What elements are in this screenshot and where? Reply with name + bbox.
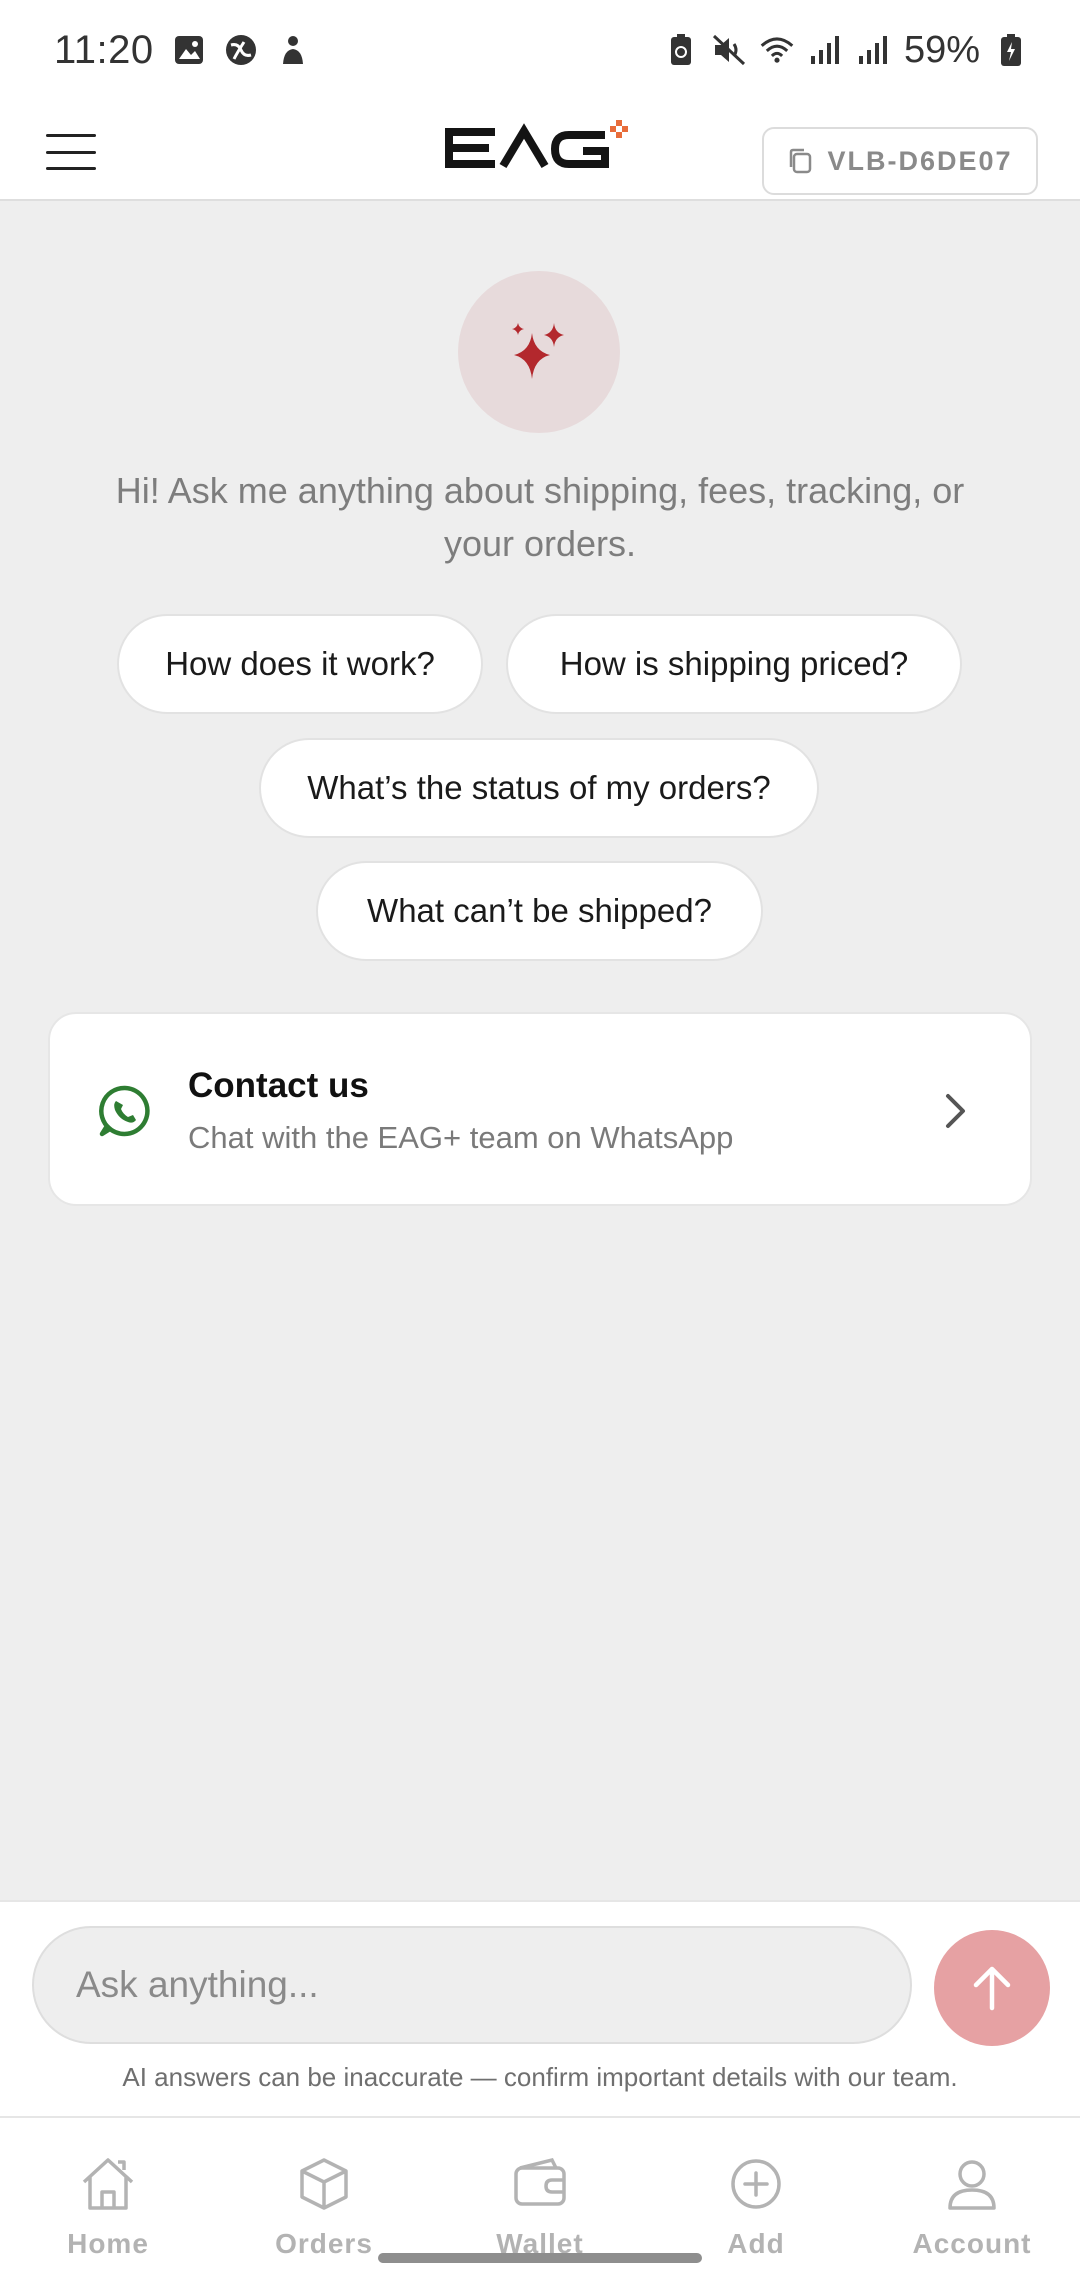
- whatsapp-icon: [99, 1085, 150, 1137]
- suggestion-chip[interactable]: What’s the status of my orders?: [259, 738, 819, 838]
- suggestion-chip[interactable]: How does it work?: [117, 614, 483, 714]
- battery-icon: [994, 33, 1028, 67]
- contact-card[interactable]: Contact us Chat with the EAG+ team on Wh…: [48, 1012, 1032, 1206]
- contact-subtitle: Chat with the EAG+ team on WhatsApp: [188, 1120, 734, 1155]
- image-icon: [172, 33, 206, 67]
- menu-line: [46, 167, 96, 170]
- signal-icon: [856, 33, 890, 67]
- code-chip-label: VLB-D6DE07: [827, 145, 1013, 176]
- status-left: 11:20: [54, 28, 310, 73]
- chat-input-area: AI answers can be inaccurate — confirm i…: [0, 1900, 1080, 2116]
- nav-account[interactable]: Account: [864, 2118, 1080, 2280]
- status-time: 11:20: [54, 27, 154, 72]
- nav-label: Orders: [275, 2228, 373, 2259]
- signal-icon: [808, 33, 842, 67]
- menu-line: [46, 134, 96, 137]
- nav-home[interactable]: Home: [0, 2118, 216, 2280]
- ask-input[interactable]: [32, 1926, 912, 2044]
- status-bar: 11:20 59%: [0, 0, 1080, 100]
- arrow-up-icon: [973, 1966, 1011, 2011]
- battery-percent: 59%: [903, 28, 980, 71]
- status-right: 59%: [664, 29, 1028, 72]
- mute-icon: [712, 33, 746, 67]
- person-icon: [276, 33, 310, 67]
- menu-button[interactable]: [46, 134, 96, 170]
- user-icon: [948, 2160, 996, 2210]
- ai-disclaimer: AI answers can be inaccurate — confirm i…: [122, 2062, 958, 2092]
- eag-logo: [445, 118, 635, 178]
- globe-icon: [224, 33, 258, 67]
- app-header: VLB-D6DE07: [0, 100, 1080, 201]
- contact-title: Contact us: [188, 1066, 369, 1105]
- menu-line: [46, 150, 96, 154]
- send-button[interactable]: [934, 1930, 1050, 2046]
- box-icon: [300, 2158, 348, 2210]
- ai-sparkle-badge: [458, 271, 620, 433]
- suggestion-chip[interactable]: How is shipping priced?: [506, 614, 962, 714]
- plus-circle-icon: [731, 2159, 781, 2209]
- chevron-right-icon: [946, 1094, 965, 1128]
- nav-label: Home: [67, 2228, 149, 2259]
- nav-label: Account: [912, 2228, 1032, 2259]
- greeting-text: Hi! Ask me anything about shipping, fees…: [115, 470, 965, 564]
- wallet-icon: [514, 2157, 566, 2206]
- suggestion-chip[interactable]: What can’t be shipped?: [316, 861, 763, 961]
- nav-label: Add: [727, 2228, 785, 2259]
- copy-icon: [790, 148, 812, 174]
- battery-saver-icon: [664, 33, 698, 67]
- sparkle-icon: [512, 323, 564, 379]
- home-icon: [82, 2158, 134, 2210]
- wifi-icon: [760, 33, 794, 67]
- copy-code-chip[interactable]: VLB-D6DE07: [762, 127, 1038, 195]
- gesture-bar[interactable]: [378, 2253, 702, 2263]
